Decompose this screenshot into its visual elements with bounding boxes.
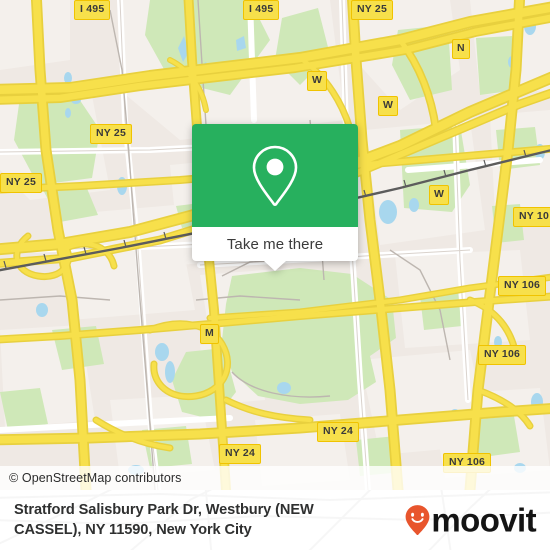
footer-bar: Stratford Salisbury Park Dr, Westbury (N… bbox=[0, 490, 550, 550]
moovit-wordmark: moovit bbox=[431, 501, 536, 539]
address-line-2: CASSEL), NY 11590, New York City bbox=[14, 522, 252, 538]
address-text: Stratford Salisbury Park Dr, Westbury (N… bbox=[14, 500, 354, 540]
location-pin-icon bbox=[252, 145, 298, 206]
road-shield: N bbox=[452, 39, 470, 59]
road-shield: NY 25 bbox=[90, 124, 132, 144]
road-shield: NY 106 bbox=[498, 276, 547, 296]
map-canvas[interactable]: I 495 I 495 NY 25 N W W NY 25 NY 25 W NY 10 NY 106… bbox=[0, 0, 550, 490]
road-shield: I 495 bbox=[243, 0, 280, 20]
moovit-logo[interactable]: moovit bbox=[405, 501, 537, 539]
map-share-card: I 495 I 495 NY 25 N W W NY 25 NY 25 W NY 10 NY 106… bbox=[0, 0, 550, 550]
callout-tail bbox=[264, 261, 286, 271]
attribution-text: © OpenStreetMap contributors bbox=[9, 471, 182, 485]
road-shield: M bbox=[200, 324, 219, 344]
address-line-1: Stratford Salisbury Park Dr, Westbury (N… bbox=[14, 501, 314, 518]
road-shield: I 495 bbox=[74, 0, 111, 20]
road-shield: NY 24 bbox=[219, 444, 261, 464]
road-shield: W bbox=[378, 96, 399, 116]
road-shield: W bbox=[307, 71, 328, 91]
callout-action-bar[interactable]: Take me there bbox=[192, 227, 358, 271]
road-shield: NY 106 bbox=[478, 345, 527, 365]
road-shield: NY 25 bbox=[0, 173, 42, 193]
moovit-pin-icon bbox=[405, 505, 430, 536]
road-shield: NY 10 bbox=[513, 207, 550, 227]
take-me-there-label: Take me there bbox=[226, 235, 324, 253]
road-shield: NY 25 bbox=[351, 0, 393, 20]
road-shield: W bbox=[429, 185, 450, 205]
callout-pin-panel bbox=[192, 124, 358, 227]
take-me-there-callout[interactable]: Take me there bbox=[192, 124, 358, 271]
road-shield: NY 24 bbox=[317, 422, 359, 442]
map-attribution: © OpenStreetMap contributors bbox=[0, 466, 550, 490]
